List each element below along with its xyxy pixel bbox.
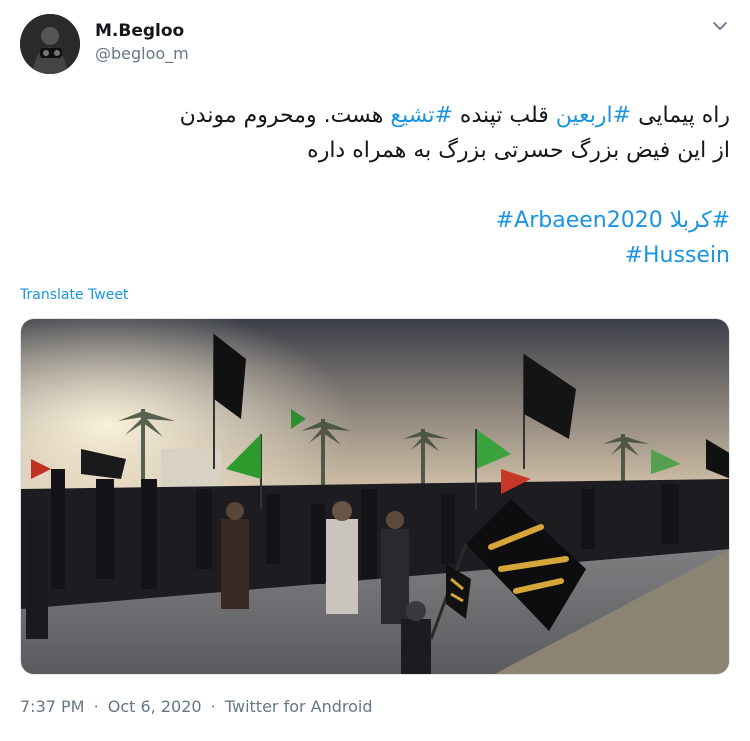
- meta-separator: ·: [93, 697, 99, 716]
- tweet-text-segment: قلب تپنده: [452, 103, 556, 128]
- tweet-line-2: از این فیض بزرگ حسرتی بزرگ به همراه داره: [307, 138, 730, 163]
- hashtag-arbaeen2020[interactable]: #Arbaeen2020: [496, 208, 663, 233]
- hashtag-arbaeen-fa[interactable]: #اربعین: [556, 103, 631, 128]
- tweet-text: راه پیمایی #اربعین قلب تپنده #تشیع هست. …: [20, 98, 730, 273]
- procession-photo: [21, 319, 729, 674]
- meta-separator: ·: [210, 697, 216, 716]
- hashtag-hussein[interactable]: #Hussein: [625, 243, 730, 268]
- tweet-date[interactable]: Oct 6, 2020: [108, 697, 202, 716]
- tweet-card: M.Begloo @begloo_m راه پیمایی #اربعین قل…: [0, 0, 750, 741]
- translate-tweet-link[interactable]: Translate Tweet: [20, 287, 128, 303]
- tweet-photo[interactable]: [20, 318, 730, 675]
- chevron-down-icon[interactable]: [710, 16, 730, 36]
- tweet-line-1: راه پیمایی #اربعین قلب تپنده #تشیع هست. …: [20, 98, 730, 133]
- tweet-line-hussein: #Hussein: [20, 238, 730, 273]
- avatar-image: [20, 14, 80, 74]
- tweet-time[interactable]: 7:37 PM: [20, 697, 84, 716]
- display-name[interactable]: M.Begloo: [95, 21, 184, 41]
- tweet-source[interactable]: Twitter for Android: [225, 697, 373, 716]
- user-handle[interactable]: @begloo_m: [95, 44, 189, 63]
- tweet-line-hashtags: #کربلا #Arbaeen2020: [20, 203, 730, 238]
- tweet-metadata: 7:37 PM · Oct 6, 2020 · Twitter for Andr…: [20, 697, 377, 716]
- tweet-text-segment: راه پیمایی: [631, 103, 730, 128]
- tweet-text-segment: هست. ومحروم موندن: [179, 103, 391, 128]
- avatar[interactable]: [20, 14, 80, 74]
- hashtag-karbala[interactable]: #کربلا: [670, 208, 730, 233]
- hashtag-tashyi[interactable]: #تشیع: [390, 103, 453, 128]
